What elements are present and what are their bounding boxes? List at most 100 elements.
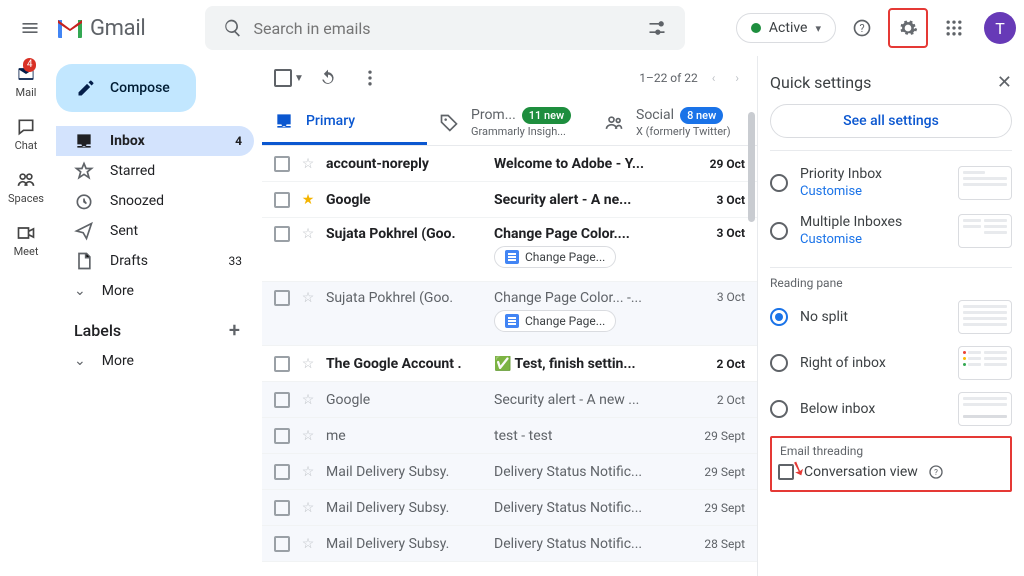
- sidebar-item-starred[interactable]: Starred: [56, 156, 254, 186]
- gmail-icon: [56, 17, 84, 39]
- star-icon[interactable]: ☆: [298, 290, 318, 306]
- option-below-inbox[interactable]: Below inbox: [770, 386, 1012, 432]
- option-multiple-inboxes[interactable]: Multiple InboxesCustomise: [770, 207, 1012, 255]
- active-dot-icon: [751, 23, 761, 33]
- select-all-checkbox[interactable]: ▼: [274, 69, 304, 87]
- next-page-button[interactable]: ›: [729, 65, 745, 91]
- rail-spaces[interactable]: Spaces: [8, 170, 44, 205]
- sidebar-item-more[interactable]: ⌄More: [56, 276, 254, 306]
- tab-social[interactable]: Social8 new X (formerly Twitter): [592, 100, 757, 145]
- svg-text:?: ?: [934, 468, 938, 477]
- more-vert-icon: [360, 68, 380, 88]
- row-checkbox[interactable]: [274, 428, 290, 444]
- tab-promotions[interactable]: Prom...11 new Grammarly Insigh...: [427, 100, 592, 145]
- option-priority-inbox[interactable]: Priority InboxCustomise: [770, 159, 1012, 207]
- settings-button[interactable]: [888, 8, 928, 48]
- status-chip[interactable]: Active ▾: [736, 13, 836, 43]
- email-row[interactable]: ☆Mail Delivery Subsy.Delivery Status Not…: [262, 490, 757, 526]
- email-row[interactable]: ☆metest - test29 Sept: [262, 418, 757, 454]
- sender: Mail Delivery Subsy.: [326, 536, 486, 552]
- close-quick-settings-button[interactable]: ✕: [997, 72, 1012, 93]
- labels-more[interactable]: ⌄ More: [56, 346, 254, 376]
- star-icon[interactable]: ☆: [298, 356, 318, 372]
- row-checkbox[interactable]: [274, 392, 290, 408]
- email-row[interactable]: ☆Sujata Pokhrel (Goo.Change Page Color..…: [262, 218, 757, 282]
- search-bar[interactable]: [205, 6, 685, 50]
- email-row[interactable]: ☆Mail Delivery Subsy.Delivery Status Not…: [262, 526, 757, 562]
- email-row[interactable]: ☆The Google Account .✅ Test, finish sett…: [262, 346, 757, 382]
- search-options-button[interactable]: [637, 18, 677, 38]
- row-checkbox[interactable]: [274, 290, 290, 306]
- apps-button[interactable]: [934, 8, 974, 48]
- rail-spaces-label: Spaces: [8, 192, 44, 205]
- star-icon[interactable]: ☆: [298, 536, 318, 552]
- conversation-view-label: Conversation view: [804, 464, 918, 480]
- email-row[interactable]: ☆Mail Delivery Subsy.Delivery Status Not…: [262, 454, 757, 490]
- sidebar-item-inbox[interactable]: Inbox4: [56, 126, 254, 156]
- row-checkbox[interactable]: [274, 536, 290, 552]
- email-row[interactable]: ☆Sujata Pokhrel (Goo.Change Page Color..…: [262, 282, 757, 346]
- prev-page-button[interactable]: ‹: [706, 65, 722, 91]
- docs-icon: [505, 250, 519, 264]
- star-icon[interactable]: ☆: [298, 156, 318, 172]
- status-label: Active: [769, 20, 808, 36]
- scrollbar-thumb[interactable]: [748, 112, 755, 222]
- option-right-of-inbox[interactable]: Right of inbox: [770, 340, 1012, 386]
- star-icon[interactable]: ☆: [298, 226, 318, 242]
- thumb-preview: [958, 214, 1012, 248]
- rail-mail[interactable]: 4 Mail: [16, 64, 37, 99]
- account-avatar[interactable]: T: [984, 12, 1016, 44]
- row-checkbox[interactable]: [274, 500, 290, 516]
- support-button[interactable]: ?: [842, 8, 882, 48]
- help-icon: ?: [852, 18, 872, 38]
- subject: Delivery Status Notific...: [494, 464, 681, 480]
- row-checkbox[interactable]: [274, 464, 290, 480]
- tab-primary[interactable]: Primary: [262, 100, 427, 145]
- compose-button[interactable]: Compose: [56, 64, 196, 112]
- search-icon: [213, 18, 253, 38]
- email-row[interactable]: ☆account-noreplyWelcome to Adobe - Y...2…: [262, 146, 757, 182]
- option-no-split[interactable]: No split: [770, 294, 1012, 340]
- hamburger-icon: [20, 18, 40, 38]
- gear-icon: [898, 18, 918, 38]
- subject: Change Page Color... -...: [494, 290, 681, 306]
- gmail-logo[interactable]: Gmail: [56, 16, 145, 41]
- help-icon[interactable]: ?: [928, 464, 944, 480]
- more-button[interactable]: [352, 60, 388, 96]
- attachment-chip[interactable]: Change Page...: [494, 246, 616, 268]
- sidebar-item-snoozed[interactable]: Snoozed: [56, 186, 254, 216]
- more-icon: ⌄: [74, 283, 86, 299]
- social-badge: 8 new: [680, 107, 723, 124]
- refresh-button[interactable]: [310, 60, 346, 96]
- sent-icon: [74, 221, 94, 241]
- row-checkbox[interactable]: [274, 192, 290, 208]
- rail-meet[interactable]: Meet: [14, 223, 39, 258]
- main-menu-button[interactable]: [10, 8, 50, 48]
- rail-chat[interactable]: Chat: [15, 117, 38, 152]
- spaces-icon: [16, 170, 36, 190]
- sender: Mail Delivery Subsy.: [326, 500, 486, 516]
- star-icon[interactable]: ☆: [298, 428, 318, 444]
- star-icon[interactable]: ☆: [298, 392, 318, 408]
- radio-icon: [770, 174, 788, 192]
- add-label-button[interactable]: +: [229, 318, 240, 342]
- row-checkbox[interactable]: [274, 156, 290, 172]
- sidebar-item-sent[interactable]: Sent: [56, 216, 254, 246]
- promotions-badge: 11 new: [522, 107, 571, 124]
- row-checkbox[interactable]: [274, 226, 290, 242]
- search-input[interactable]: [253, 19, 637, 38]
- star-icon[interactable]: ☆: [298, 500, 318, 516]
- email-row[interactable]: ☆GoogleSecurity alert - A new ...2 Oct: [262, 382, 757, 418]
- thumb-preview: [958, 346, 1012, 380]
- sidebar-item-drafts[interactable]: Drafts33: [56, 246, 254, 276]
- email-row[interactable]: ★GoogleSecurity alert - A ne...3 Oct: [262, 182, 757, 218]
- row-checkbox[interactable]: [274, 356, 290, 372]
- date: 3 Oct: [689, 193, 745, 207]
- sender: me: [326, 428, 486, 444]
- sender: Sujata Pokhrel (Goo.: [326, 226, 486, 242]
- attachment-chip[interactable]: Change Page...: [494, 310, 616, 332]
- inbox-icon: [74, 131, 94, 151]
- star-filled-icon[interactable]: ★: [298, 192, 318, 208]
- star-icon[interactable]: ☆: [298, 464, 318, 480]
- see-all-settings-button[interactable]: See all settings: [770, 104, 1012, 138]
